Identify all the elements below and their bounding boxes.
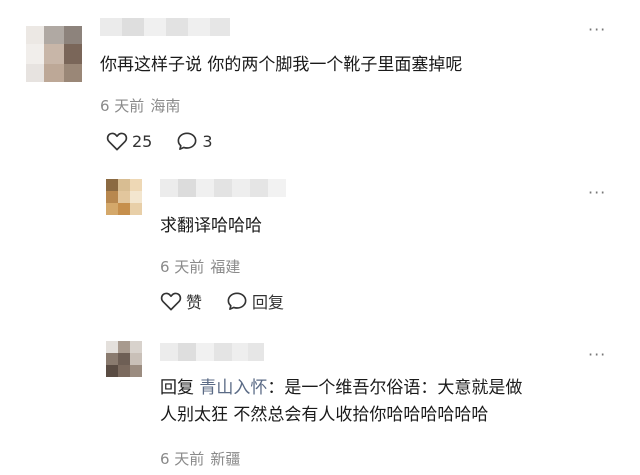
comment-text: 回复 青山入怀：是一个维吾尔俗语：大意就是做: [160, 375, 522, 402]
like-count: 25: [132, 131, 153, 151]
like-button[interactable]: 25: [106, 131, 152, 151]
comment-line-1: ：是一个维吾尔俗语：大意就是做: [267, 378, 523, 398]
avatar[interactable]: [106, 341, 142, 377]
username-redacted[interactable]: [160, 343, 264, 361]
comment-3: ··· 回复 青山入怀：是一个维吾尔俗语：大意就是做 人别太狂 不然总会有人收拾…: [0, 335, 640, 475]
reply-label: 回复: [252, 293, 285, 312]
reply-button[interactable]: 回复: [226, 289, 284, 313]
avatar[interactable]: [26, 26, 82, 82]
avatar[interactable]: [106, 179, 142, 215]
comment-1: ··· 你再这样子说 你的两个脚我一个靴子里面塞掉呢 6 天前 海南 25 3: [0, 0, 640, 165]
username-redacted[interactable]: [160, 179, 286, 197]
timestamp: 6 天前: [160, 450, 205, 468]
like-button[interactable]: 赞: [160, 289, 202, 313]
heart-outline-icon: [106, 132, 128, 151]
ip-location: 新疆: [210, 450, 241, 468]
reply-button[interactable]: 3: [176, 131, 213, 151]
comment-meta: 6 天前 新疆: [160, 448, 240, 469]
more-icon[interactable]: ···: [588, 22, 606, 38]
comment-text-line-2: 人别太狂 不然总会有人收拾你哈哈哈哈哈哈: [160, 405, 489, 425]
like-label: 赞: [186, 293, 203, 312]
ip-location: 福建: [210, 258, 241, 276]
reply-count: 3: [202, 131, 213, 151]
comment-text: 你再这样子说 你的两个脚我一个靴子里面塞掉呢: [100, 55, 463, 75]
more-icon[interactable]: ···: [588, 347, 606, 363]
more-icon[interactable]: ···: [588, 185, 606, 201]
comment-text: 求翻译哈哈哈: [160, 216, 262, 236]
comment-actions: 赞 回复: [160, 289, 308, 313]
timestamp: 6 天前: [100, 97, 145, 115]
comment-actions: 25 3: [106, 131, 237, 151]
comment-meta: 6 天前 海南: [100, 95, 180, 116]
reply-prefix: 回复: [160, 378, 194, 398]
reply-target-username[interactable]: 青山入怀: [199, 378, 267, 398]
heart-outline-icon: [160, 292, 182, 311]
speech-bubble-icon: [177, 132, 197, 150]
ip-location: 海南: [150, 97, 181, 115]
comment-2: ··· 求翻译哈哈哈 6 天前 福建 赞 回复: [0, 165, 640, 335]
username-redacted[interactable]: [100, 18, 230, 36]
timestamp: 6 天前: [160, 258, 205, 276]
speech-bubble-icon: [227, 292, 247, 310]
comment-meta: 6 天前 福建: [160, 256, 240, 277]
